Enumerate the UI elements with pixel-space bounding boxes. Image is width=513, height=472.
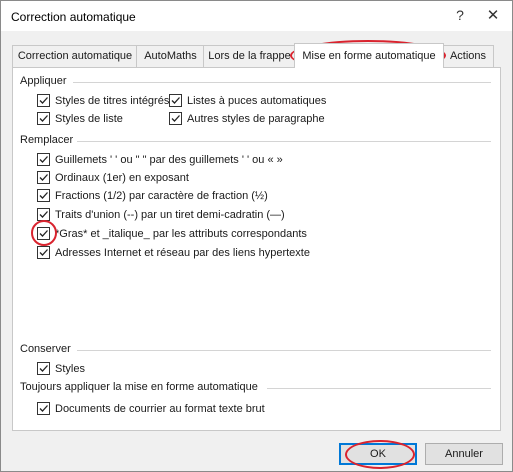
- checkbox-label: Traits d'union (--) par un tiret demi-ca…: [55, 208, 285, 221]
- checkmark-icon: [39, 230, 48, 237]
- tab-automaths[interactable]: AutoMaths: [136, 45, 205, 67]
- close-button[interactable]: ✕: [483, 6, 503, 24]
- checkbox-styles-titres[interactable]: Styles de titres intégrés: [37, 94, 169, 107]
- checkmark-icon: [171, 97, 180, 104]
- checkbox-label: Styles de liste: [55, 112, 123, 125]
- checkbox-label: Documents de courrier au format texte br…: [55, 402, 265, 415]
- checkbox-box[interactable]: [37, 171, 50, 184]
- tab-panel: Appliquer Styles de titres intégrés List…: [12, 67, 501, 431]
- checkbox-label: *Gras* et _italique_ par les attributs c…: [55, 227, 307, 240]
- checkbox-label: Styles: [55, 362, 85, 375]
- checkbox-label: Ordinaux (1er) en exposant: [55, 171, 189, 184]
- checkbox-box[interactable]: [37, 362, 50, 375]
- checkbox-listes-puces[interactable]: Listes à puces automatiques: [169, 94, 326, 107]
- checkbox-autres-styles[interactable]: Autres styles de paragraphe: [169, 112, 325, 125]
- checkbox-documents-courrier[interactable]: Documents de courrier au format texte br…: [37, 402, 265, 415]
- checkbox-styles-liste[interactable]: Styles de liste: [37, 112, 123, 125]
- checkbox-box[interactable]: [37, 94, 50, 107]
- checkbox-box[interactable]: [37, 153, 50, 166]
- group-label-appliquer: Appliquer: [20, 75, 67, 87]
- checkmark-icon: [39, 249, 48, 256]
- checkbox-box[interactable]: [169, 112, 182, 125]
- checkmark-icon: [39, 192, 48, 199]
- checkmark-icon: [171, 115, 180, 122]
- checkbox-box[interactable]: [169, 94, 182, 107]
- checkbox-label: Listes à puces automatiques: [187, 94, 327, 107]
- title-bar: Correction automatique ? ✕: [1, 1, 512, 31]
- checkmark-icon: [39, 405, 48, 412]
- checkmark-icon: [39, 174, 48, 181]
- checkbox-label: Guillemets ' ' ou " " par des guillemets…: [55, 153, 283, 166]
- checkbox-box[interactable]: [37, 189, 50, 202]
- tab-lors-de-la-frappe[interactable]: Lors de la frappe: [203, 45, 296, 67]
- group-divider: [73, 82, 491, 83]
- checkbox-gras-italique[interactable]: *Gras* et _italique_ par les attributs c…: [37, 227, 307, 240]
- checkbox-adresses-internet[interactable]: Adresses Internet et réseau par des lien…: [37, 246, 310, 259]
- group-label-remplacer: Remplacer: [20, 134, 74, 146]
- checkbox-fractions[interactable]: Fractions (1/2) par caractère de fractio…: [37, 189, 268, 202]
- group-divider: [77, 350, 491, 351]
- checkmark-icon: [39, 365, 48, 372]
- ok-button[interactable]: OK: [339, 443, 417, 465]
- group-label-conserver: Conserver: [20, 343, 71, 355]
- checkbox-box[interactable]: [37, 227, 50, 240]
- tab-correction-automatique[interactable]: Correction automatique: [12, 45, 138, 67]
- checkbox-box[interactable]: [37, 402, 50, 415]
- checkbox-traits-union[interactable]: Traits d'union (--) par un tiret demi-ca…: [37, 208, 285, 221]
- cancel-button[interactable]: Annuler: [425, 443, 503, 465]
- checkbox-label: Fractions (1/2) par caractère de fractio…: [55, 189, 268, 202]
- checkbox-label: Autres styles de paragraphe: [187, 112, 325, 125]
- checkbox-label: Styles de titres intégrés: [55, 94, 170, 107]
- group-divider: [77, 141, 491, 142]
- checkmark-icon: [39, 97, 48, 104]
- tab-mise-en-forme-automatique[interactable]: Mise en forme automatique: [294, 43, 444, 68]
- checkmark-icon: [39, 211, 48, 218]
- autocorrect-dialog: Correction automatique ? ✕ Correction au…: [0, 0, 513, 472]
- group-label-toujours: Toujours appliquer la mise en forme auto…: [20, 381, 258, 393]
- checkbox-ordinaux[interactable]: Ordinaux (1er) en exposant: [37, 171, 189, 184]
- help-button[interactable]: ?: [450, 7, 470, 23]
- tab-actions[interactable]: Actions: [442, 45, 494, 67]
- checkbox-label: Adresses Internet et réseau par des lien…: [55, 246, 310, 259]
- group-divider: [267, 388, 491, 389]
- checkbox-guillemets[interactable]: Guillemets ' ' ou " " par des guillemets…: [37, 153, 283, 166]
- checkmark-icon: [39, 115, 48, 122]
- dialog-title: Correction automatique: [11, 10, 136, 24]
- checkbox-styles-conserver[interactable]: Styles: [37, 362, 85, 375]
- checkmark-icon: [39, 156, 48, 163]
- checkbox-box[interactable]: [37, 112, 50, 125]
- checkbox-box[interactable]: [37, 246, 50, 259]
- checkbox-box[interactable]: [37, 208, 50, 221]
